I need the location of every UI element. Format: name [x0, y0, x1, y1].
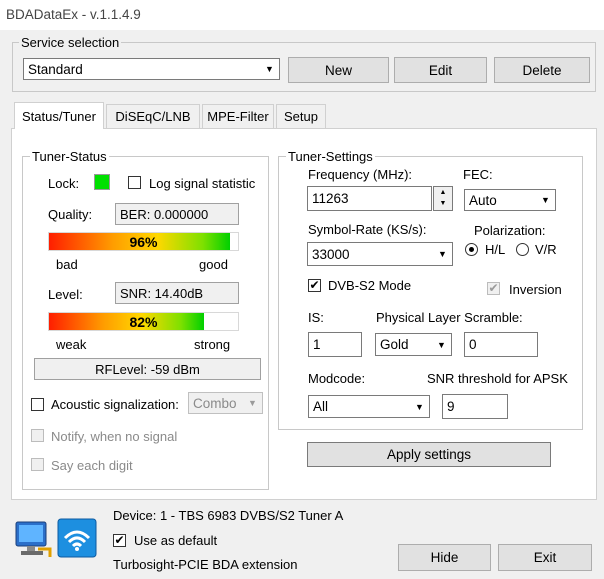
frequency-label: Frequency (MHz):	[308, 167, 413, 182]
dropdown-arrow-icon[interactable]: ▼	[411, 397, 428, 416]
polarization-label: Polarization:	[474, 223, 546, 238]
check-icon: ✔	[488, 281, 499, 295]
pol-hl-radio[interactable]	[465, 243, 478, 256]
acoustic-mode-select: Combo ▼	[188, 392, 263, 414]
pol-vr-label[interactable]: V/R	[535, 242, 557, 257]
tab-status-tuner[interactable]: Status/Tuner	[14, 102, 104, 129]
modcode-select[interactable]: All ▼	[308, 395, 430, 418]
acoustic-mode-value: Combo	[193, 395, 237, 411]
fec-select[interactable]: Auto ▼	[464, 189, 556, 211]
inversion-checkbox: ✔	[487, 282, 500, 295]
tuner-settings-legend: Tuner-Settings	[286, 149, 375, 164]
check-icon: ✔	[309, 278, 320, 292]
level-bar: 82%	[48, 312, 239, 331]
tab-setup[interactable]: Setup	[276, 104, 326, 128]
service-select-value: Standard	[28, 61, 83, 77]
delete-button[interactable]: Delete	[494, 57, 590, 83]
tab-mpe-filter[interactable]: MPE-Filter	[202, 104, 274, 128]
service-selection-legend: Service selection	[19, 35, 122, 50]
is-label: IS:	[308, 310, 324, 325]
window-title: BDADataEx - v.1.1.4.9	[6, 7, 141, 22]
pls-mode-value: Gold	[380, 337, 409, 352]
dropdown-arrow-icon[interactable]: ▼	[433, 335, 450, 354]
snr-threshold-input[interactable]: 9	[442, 394, 508, 419]
level-low-label: weak	[56, 337, 87, 352]
spinner-icon[interactable]: ▲ ▼	[433, 186, 453, 211]
level-percent: 82%	[129, 313, 158, 330]
snr-threshold-label: SNR threshold for APSK	[427, 371, 568, 386]
dropdown-arrow-icon[interactable]: ▼	[261, 60, 278, 78]
modcode-value: All	[313, 399, 329, 414]
monitor-network-icon	[14, 519, 52, 559]
lock-indicator	[94, 174, 110, 190]
dropdown-arrow-icon: ▼	[244, 394, 261, 412]
log-signal-label[interactable]: Log signal statistic	[149, 176, 255, 191]
fec-label: FEC:	[463, 167, 493, 182]
snr-field: SNR: 14.40dB	[115, 282, 239, 304]
tuner-status-legend: Tuner-Status	[30, 149, 109, 164]
quality-label: Quality:	[48, 207, 93, 222]
use-default-label[interactable]: Use as default	[134, 533, 217, 548]
notify-label: Notify, when no signal	[51, 429, 178, 444]
dropdown-arrow-icon[interactable]: ▼	[537, 191, 554, 209]
level-high-label: strong	[194, 337, 231, 352]
notify-checkbox	[31, 429, 44, 442]
fec-value: Auto	[469, 192, 497, 208]
rflevel-field: RFLevel: -59 dBm	[34, 358, 261, 380]
rflevel-text: RFLevel: -59 dBm	[95, 361, 200, 377]
symbol-rate-value: 33000	[312, 246, 350, 262]
say-digit-label: Say each digit	[51, 458, 133, 473]
modcode-label: Modcode:	[308, 371, 366, 386]
lock-label: Lock:	[48, 176, 80, 191]
acoustic-label[interactable]: Acoustic signalization:	[51, 397, 179, 412]
tab-diseqc-lnb[interactable]: DiSEqC/LNB	[106, 104, 200, 128]
exit-button[interactable]: Exit	[498, 544, 592, 571]
service-select[interactable]: Standard ▼	[23, 58, 280, 80]
dropdown-arrow-icon[interactable]: ▼	[434, 244, 451, 264]
wifi-icon	[57, 518, 97, 558]
dvbs2-checkbox[interactable]: ✔	[308, 279, 321, 292]
pol-hl-label[interactable]: H/L	[485, 242, 505, 257]
edit-button[interactable]: Edit	[394, 57, 487, 83]
pls-input[interactable]: 0	[464, 332, 538, 357]
pol-vr-radio[interactable]	[516, 243, 529, 256]
symbol-rate-select[interactable]: 33000 ▼	[307, 242, 453, 266]
log-signal-checkbox[interactable]	[128, 176, 141, 189]
frequency-input[interactable]: 11263	[307, 186, 432, 211]
say-digit-checkbox	[31, 458, 44, 471]
symbol-rate-label: Symbol-Rate (KS/s):	[308, 222, 427, 237]
use-default-checkbox[interactable]: ✔	[113, 534, 126, 547]
new-button[interactable]: New	[288, 57, 389, 83]
hide-button[interactable]: Hide	[398, 544, 491, 571]
extension-text: Turbosight-PCIE BDA extension	[113, 557, 298, 572]
quality-bar: 96%	[48, 232, 239, 251]
level-label: Level:	[48, 287, 83, 302]
apply-settings-button[interactable]: Apply settings	[307, 442, 551, 467]
acoustic-checkbox[interactable]	[31, 398, 44, 411]
quality-low-label: bad	[56, 257, 78, 272]
pls-mode-select[interactable]: Gold ▼	[375, 333, 452, 356]
pol-hl-radio-dot	[469, 247, 474, 252]
is-input[interactable]: 1	[308, 332, 362, 357]
device-text: Device: 1 - TBS 6983 DVBS/S2 Tuner A	[113, 508, 344, 523]
dvbs2-label[interactable]: DVB-S2 Mode	[328, 278, 411, 293]
inversion-label: Inversion	[509, 282, 562, 297]
ber-field: BER: 0.000000	[115, 203, 239, 225]
pls-label: Physical Layer Scramble:	[376, 310, 523, 325]
quality-high-label: good	[199, 257, 228, 272]
quality-percent: 96%	[129, 233, 158, 250]
check-icon: ✔	[114, 533, 125, 547]
